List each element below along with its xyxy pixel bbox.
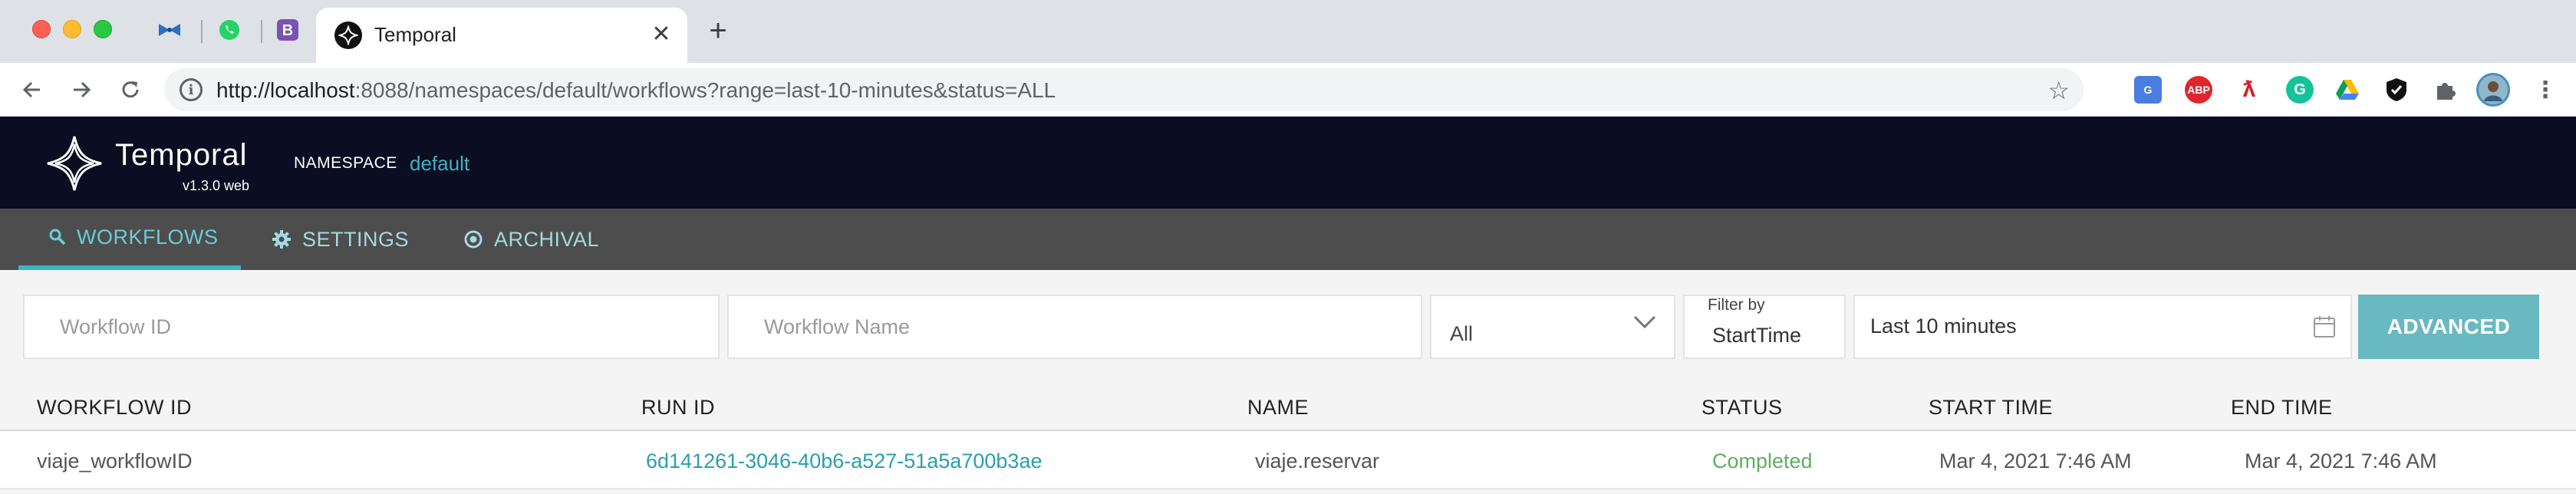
temporal-favicon-icon <box>334 21 362 49</box>
filter-by-value: StartTime <box>1712 324 1802 347</box>
workflow-name-field[interactable] <box>727 295 1422 359</box>
gear-icon <box>272 229 292 249</box>
grammarly-icon[interactable]: G <box>2286 76 2314 104</box>
new-tab-button[interactable]: + <box>701 14 735 48</box>
tab-archival[interactable]: ARCHIVAL <box>463 209 599 270</box>
bookmark-star-icon[interactable]: ☆ <box>2047 76 2070 105</box>
acrobat-icon[interactable]: ƛ <box>2235 76 2263 104</box>
profile-avatar[interactable] <box>2476 73 2510 107</box>
version-label: v1.3.0 web <box>183 178 250 193</box>
address-bar[interactable]: i http://localhost:8088/namespaces/defau… <box>164 68 2084 111</box>
pinned-tab-whatsapp-icon[interactable] <box>216 17 242 43</box>
column-header-name: NAME <box>1247 396 1309 419</box>
chevron-down-icon <box>1632 311 1657 335</box>
forward-arrow-icon[interactable] <box>64 73 98 107</box>
shield-extension-icon[interactable] <box>2383 76 2410 104</box>
advanced-button[interactable]: ADVANCED <box>2358 295 2539 359</box>
back-arrow-icon[interactable] <box>15 73 49 107</box>
column-header-end-time: END TIME <box>2231 396 2333 419</box>
cell-workflow-id[interactable]: viaje_workflowID <box>37 450 193 473</box>
workflow-name-input[interactable] <box>729 315 1421 339</box>
tab-label: SETTINGS <box>302 227 410 251</box>
pinned-tab-bootstrap-icon[interactable]: B <box>275 17 301 43</box>
column-header-workflow-id: WORKFLOW ID <box>37 396 192 419</box>
tab-settings[interactable]: SETTINGS <box>272 209 409 270</box>
svg-text:B: B <box>282 22 293 39</box>
window-minimize-button[interactable] <box>63 20 81 38</box>
status-selected-value: All <box>1450 322 1474 345</box>
browser-menu-icon[interactable]: ⋮ <box>2532 76 2559 104</box>
tab-separator <box>261 20 262 43</box>
tab-label: ARCHIVAL <box>494 227 600 251</box>
google-drive-icon[interactable] <box>2334 76 2361 104</box>
filter-by-caption: Filter by <box>1708 296 1765 314</box>
browser-toolbar: i http://localhost:8088/namespaces/defau… <box>0 63 2576 117</box>
tab-separator <box>201 20 203 43</box>
puzzle-extensions-icon[interactable] <box>2432 76 2459 104</box>
namespace-label: NAMESPACE <box>294 154 397 172</box>
browser-tab-bar: B Temporal ✕ + <box>0 0 2576 63</box>
search-icon <box>49 229 66 245</box>
cell-start-time: Mar 4, 2021 7:46 AM <box>1939 450 2132 473</box>
cell-end-time: Mar 4, 2021 7:46 AM <box>2245 450 2437 473</box>
url-text[interactable]: http://localhost:8088/namespaces/default… <box>216 78 1056 103</box>
adblock-plus-icon[interactable]: ABP <box>2185 76 2212 104</box>
cell-status: Completed <box>1712 450 1813 473</box>
calendar-icon[interactable] <box>2312 315 2337 344</box>
tab-label: WORKFLOWS <box>77 225 219 249</box>
site-info-icon[interactable]: i <box>180 78 203 101</box>
url-host: http://localhost <box>216 78 355 102</box>
cell-name: viaje.reservar <box>1255 450 1380 473</box>
namespace-link[interactable]: default <box>410 152 469 176</box>
workflow-id-field[interactable] <box>23 295 720 359</box>
temporal-logo-icon[interactable] <box>44 133 104 197</box>
pinned-tab-bow-icon[interactable] <box>156 17 183 43</box>
app-nav-bar: WORKFLOWS SETTINGS ARCHIVAL <box>0 209 2576 270</box>
window-zoom-button[interactable] <box>94 20 112 38</box>
status-select[interactable]: All <box>1430 295 1675 359</box>
cell-run-id-link[interactable]: 6d141261-3046-40b6-a527-51a5a700b3ae <box>646 450 1042 473</box>
tab-close-icon[interactable]: ✕ <box>646 18 677 49</box>
tab-title: Temporal <box>374 23 456 46</box>
table-header: WORKFLOW ID RUN ID NAME STATUS START TIM… <box>0 384 2576 431</box>
active-tab[interactable]: Temporal ✕ <box>316 8 687 63</box>
window-close-button[interactable] <box>32 20 51 38</box>
time-range-value: Last 10 minutes <box>1870 315 2017 338</box>
workflows-page: All Filter by StartTime Last 10 minutes … <box>0 270 2576 494</box>
column-header-status: STATUS <box>1701 396 1783 419</box>
app-header: Temporal v1.3.0 web NAMESPACE default <box>0 117 2576 209</box>
filter-by-select[interactable]: Filter by StartTime <box>1683 295 1846 359</box>
url-path: :8088/namespaces/default/workflows?range… <box>354 78 1056 102</box>
brand-name[interactable]: Temporal <box>115 138 248 173</box>
google-translate-icon[interactable]: G <box>2134 76 2162 104</box>
archive-icon <box>463 229 483 249</box>
tab-workflows[interactable]: WORKFLOWS <box>18 209 241 270</box>
column-header-start-time: START TIME <box>1929 396 2054 419</box>
table-row[interactable]: viaje_workflowID 6d141261-3046-40b6-a527… <box>0 431 2576 489</box>
reload-icon[interactable] <box>114 73 147 107</box>
column-header-run-id: RUN ID <box>641 396 715 419</box>
time-range-select[interactable]: Last 10 minutes <box>1853 295 2352 359</box>
workflow-id-input[interactable] <box>25 315 718 339</box>
